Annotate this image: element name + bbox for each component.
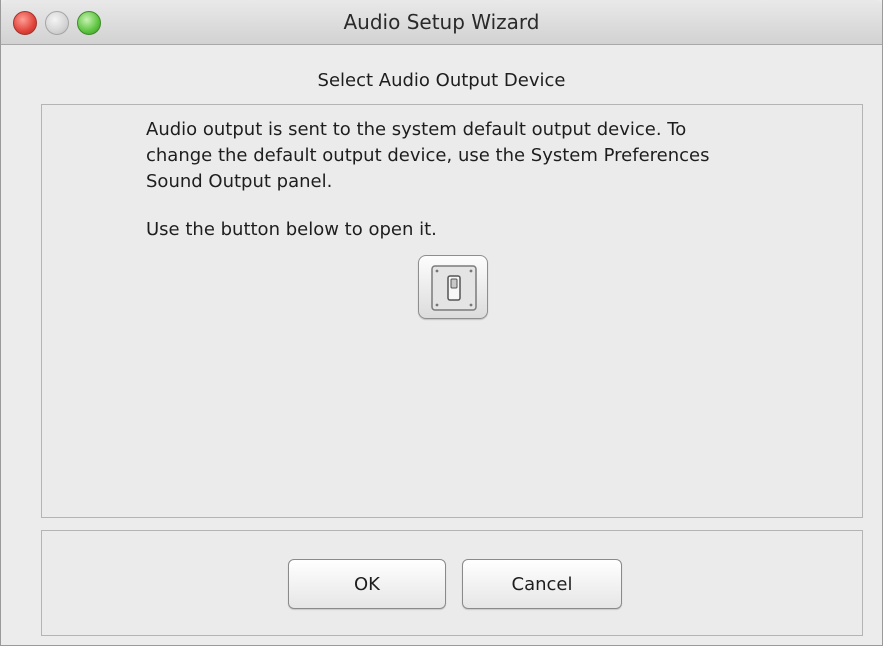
audio-setup-wizard-window: Audio Setup Wizard Select Audio Output D…: [0, 0, 883, 646]
cancel-button[interactable]: Cancel: [462, 559, 622, 609]
content-panel: Audio output is sent to the system defau…: [41, 104, 863, 518]
button-bar: OK Cancel: [41, 530, 863, 636]
open-system-preferences-button[interactable]: [418, 255, 488, 319]
window-title: Audio Setup Wizard: [343, 10, 540, 34]
title-bar[interactable]: Audio Setup Wizard: [1, 0, 882, 45]
description-text: Audio output is sent to the system defau…: [146, 119, 710, 192]
ok-button[interactable]: OK: [288, 559, 446, 609]
system-preferences-icon: [431, 265, 477, 311]
page-heading: Select Audio Output Device: [317, 70, 566, 91]
hint-text: Use the button below to open it.: [146, 219, 437, 240]
